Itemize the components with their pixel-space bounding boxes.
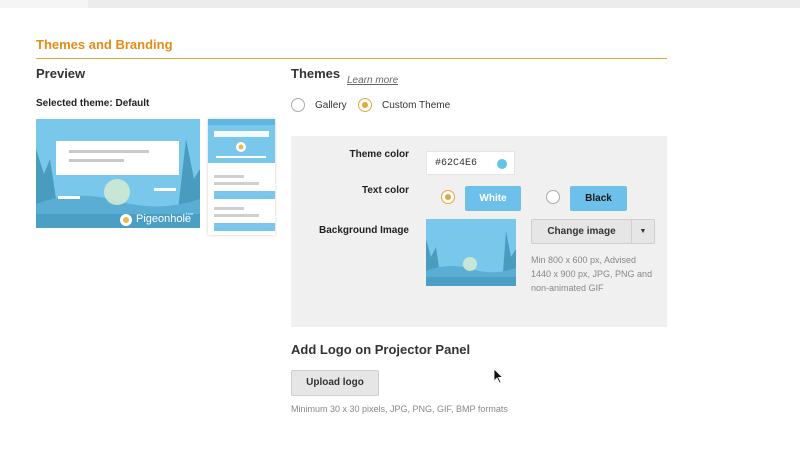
text-black-button[interactable]: Black [570, 186, 627, 211]
logo-hint: Minimum 30 x 30 pixels, JPG, PNG, GIF, B… [291, 404, 508, 414]
change-image-button[interactable]: Change image [532, 220, 631, 243]
preview-heading: Preview [36, 66, 86, 81]
brand-suffix: Live [186, 211, 194, 216]
logo-heading: Add Logo on Projector Panel [291, 342, 471, 357]
color-swatch[interactable] [497, 159, 507, 169]
background-hint-line-1: Min 800 x 600 px, Advised [531, 255, 637, 265]
brand-text: Pigeonhole [136, 213, 192, 225]
background-hint-line-3: non-animated GIF [531, 283, 604, 293]
desktop-preview-image [36, 119, 200, 228]
cursor-icon [494, 369, 504, 384]
settings-panel: Themes and Branding Preview Selected the… [0, 8, 800, 450]
theme-color-value: #62C4E6 [435, 158, 478, 169]
top-strip [88, 0, 800, 8]
desktop-preview: Pigeonhole Live [36, 119, 200, 228]
theme-color-label: Theme color [349, 149, 409, 160]
text-black-radio[interactable] [546, 190, 560, 204]
text-white-radio[interactable] [441, 190, 455, 204]
text-white-button[interactable]: White [465, 186, 521, 211]
selected-theme-label: Selected theme: Default [36, 98, 150, 109]
section-divider [36, 58, 667, 59]
upload-logo-button[interactable]: Upload logo [291, 370, 379, 396]
text-color-label: Text color [361, 185, 409, 196]
custom-theme-label[interactable]: Custom Theme [382, 100, 450, 111]
gallery-radio[interactable] [291, 98, 305, 112]
theme-color-input[interactable]: #62C4E6 [426, 151, 515, 175]
gallery-label[interactable]: Gallery [315, 100, 347, 111]
mobile-preview [208, 119, 275, 235]
change-image-group: Change image ▼ [531, 219, 655, 244]
mobile-preview-image [208, 119, 275, 231]
themes-heading: Themes [291, 66, 341, 81]
background-image-label: Background Image [318, 225, 409, 236]
background-thumbnail [426, 219, 516, 286]
caret-down-icon[interactable]: ▼ [632, 220, 654, 243]
section-title: Themes and Branding [36, 37, 173, 52]
learn-more-link[interactable]: Learn more [347, 75, 398, 86]
custom-theme-radio[interactable] [358, 98, 372, 112]
background-hint-line-2: 1440 x 900 px, JPG, PNG and [531, 269, 653, 279]
